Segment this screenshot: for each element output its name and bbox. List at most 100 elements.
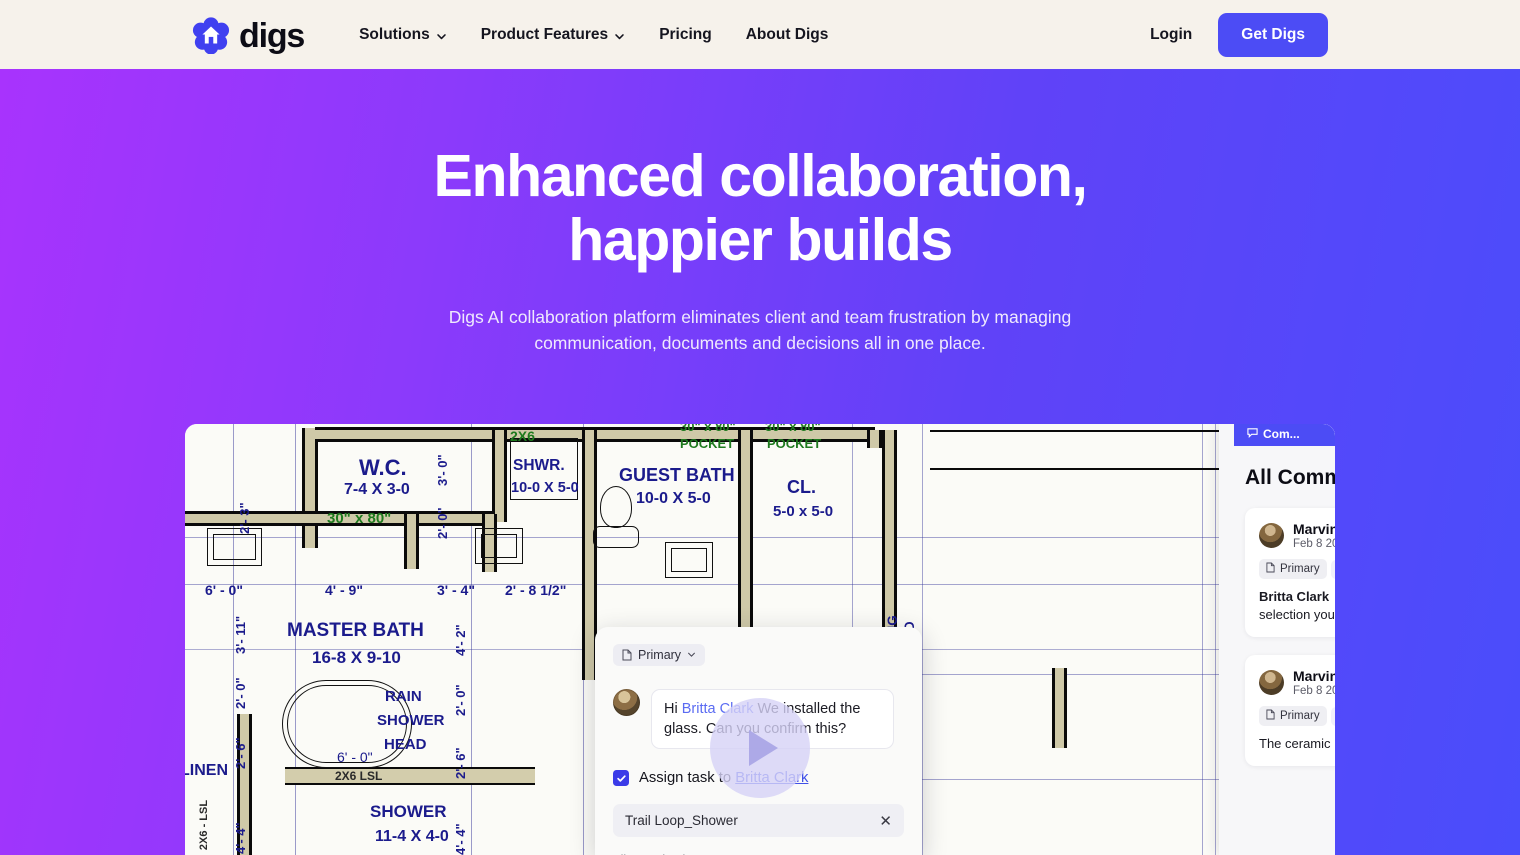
plan-dim-0: 6' - 0"	[205, 582, 243, 598]
all-comments-panel: Com... All Comments Marvin Tran Feb 8 20…	[1219, 424, 1335, 855]
comment-author: Marvin Tran	[1293, 521, 1335, 537]
comment-card[interactable]: Marvin Tran Feb 8 2024 Primary	[1245, 655, 1335, 767]
nav-item-pricing[interactable]: Pricing	[642, 26, 729, 44]
document-selector-label: Primary	[638, 648, 682, 662]
plan-annotation-pocket-2a: 30" x 80"	[765, 424, 821, 434]
chevron-down-icon	[687, 648, 696, 662]
plan-annotation-2x6-lsl: 2X6 LSL	[335, 769, 383, 783]
message-greeting: Hi	[664, 701, 678, 717]
avatar	[1259, 670, 1284, 696]
attached-file-field[interactable]: Trail Loop_Shower ✕	[613, 804, 904, 837]
plan-dim-tub-width: 6' - 0"	[337, 749, 373, 765]
comment-author: Marvin Tran	[1293, 668, 1335, 685]
comment-date: Feb 8 2024	[1293, 685, 1335, 698]
room-label-wc: W.C.	[359, 455, 407, 480]
brand-name: digs	[239, 16, 305, 55]
comments-tab[interactable]: Com...	[1234, 424, 1335, 446]
comment-date: Feb 8 2024	[1293, 538, 1335, 550]
nav-links: Solutions Product Features Pricing About…	[342, 26, 845, 44]
nav-item-about-digs-label: About Digs	[745, 25, 829, 43]
comment-body-text: The ceramic kind of marble	[1259, 736, 1335, 752]
room-label-master-bath: MASTER BATH	[287, 620, 424, 641]
plan-annotation-pocket-2b: POCKET	[767, 436, 822, 451]
comment-doc-tag: Primary	[1259, 706, 1327, 727]
plan-dim-10: 2'- 6"	[233, 737, 248, 769]
plan-annotation-pocket-1b: POCKET	[680, 436, 735, 451]
plan-dim-11: 4'- 4"	[233, 822, 248, 854]
plan-dim-2: 3' - 4"	[437, 582, 475, 598]
top-navigation-bar: digs Solutions Product Features Pricing …	[0, 0, 1520, 69]
comment-body: Britta Clark	[1259, 588, 1335, 605]
plan-dim-1: 4' - 9"	[325, 582, 363, 598]
hero-section: Enhanced collaboration, happier builds D…	[0, 69, 1520, 855]
comment-doc-tag-label: Primary	[1280, 710, 1320, 723]
hero-subheading: Digs AI collaboration platform eliminate…	[448, 307, 1072, 354]
room-dims-shwr: 10-0 X 5-0	[511, 480, 579, 496]
room-label-guest-bath: GUEST BATH	[619, 465, 735, 485]
comment-doc-tag-label: Primary	[1280, 563, 1320, 575]
plan-dim-16: 2'- 0"	[453, 684, 468, 716]
document-icon	[1266, 562, 1275, 576]
plan-annotation-door-30x80: 30" x 80"	[327, 510, 392, 527]
document-selector-chip[interactable]: Primary	[613, 644, 706, 666]
plan-annotation-rain: RAIN	[385, 688, 422, 705]
room-label-shower: SHOWER	[370, 802, 447, 821]
plan-annotation-pocket-1a: 30" x 80"	[680, 424, 736, 434]
room-dims-wc: 7-4 X 3-0	[344, 481, 410, 498]
comment-doc-tag: Primary	[1259, 559, 1327, 579]
plan-dim-15: 4'- 4"	[453, 823, 468, 855]
comment-card-header: Marvin Tran Feb 8 2024	[1259, 521, 1335, 550]
plan-annotation-head: HEAD	[384, 736, 427, 753]
comment-body-mention: Britta Clark	[1259, 589, 1330, 604]
chevron-down-icon	[436, 29, 447, 40]
digs-flower-house-logo-icon	[192, 16, 230, 54]
plan-dim-17: 2'- 6"	[453, 747, 468, 779]
comments-panel-title: All Comments	[1245, 466, 1335, 489]
brand-logo[interactable]: digs	[192, 16, 305, 55]
chevron-down-icon	[614, 29, 625, 40]
room-dims-cl: 5-0 x 5-0	[773, 503, 834, 520]
hero-heading-line1: Enhanced collaboration,	[433, 143, 1088, 209]
nav-item-about-digs[interactable]: About Digs	[729, 26, 846, 44]
plan-dim-9: 2'- 0"	[233, 677, 248, 709]
room-dims-guest-bath: 10-0 X 5-0	[636, 490, 711, 507]
comment-loc-tag: A2.1	[1331, 707, 1335, 727]
assign-task-checkbox[interactable]	[613, 770, 629, 786]
room-dims-shower: 11-4 X 4-0	[375, 828, 449, 845]
plan-annotation-2x6-lsl-left: 2X6 - LSL	[198, 799, 211, 851]
login-link[interactable]: Login	[1142, 26, 1200, 44]
nav-item-product-features[interactable]: Product Features	[464, 26, 642, 44]
plan-dim-6: 3'- 0"	[435, 454, 450, 486]
plan-dim-7: 3'- 11"	[233, 615, 248, 654]
attached-file-name: Trail Loop_Shower	[625, 813, 738, 828]
play-video-button[interactable]	[710, 698, 810, 798]
comment-card-header: Marvin Tran Feb 8 2024	[1259, 668, 1335, 697]
plan-dim-4: 2'- 3"	[237, 502, 252, 534]
comment-card[interactable]: Marvin Tran Feb 8 2024 Primary	[1245, 508, 1335, 638]
comment-loc-tag: A2.1	[1331, 560, 1335, 579]
avatar	[613, 689, 640, 716]
plan-dim-5: 2'- 0"	[435, 507, 450, 539]
plan-dim-12: 4'- 2"	[453, 624, 468, 656]
nav-actions: Login Get Digs	[1142, 12, 1328, 57]
room-label-shwr: SHWR.	[513, 457, 565, 474]
get-digs-button[interactable]: Get Digs	[1218, 12, 1328, 57]
room-label-cl: CL.	[787, 477, 816, 497]
page-title: Enhanced collaboration, happier builds	[0, 143, 1520, 273]
nav-item-solutions[interactable]: Solutions	[342, 26, 464, 44]
comment-body-text: selection you...	[1259, 607, 1335, 623]
avatar	[1259, 523, 1284, 548]
comment-author-block: Marvin Tran Feb 8 2024	[1293, 668, 1335, 697]
play-triangle-icon	[749, 730, 778, 766]
nav-item-product-features-label: Product Features	[480, 25, 609, 43]
plan-annotation-shower: SHOWER	[377, 712, 445, 729]
document-icon	[1266, 709, 1275, 723]
hero-heading-line2: happier builds	[568, 206, 953, 273]
plan-dim-3: 2' - 8 1/2"	[505, 582, 567, 598]
document-icon	[622, 649, 632, 661]
comments-tab-label: Com...	[1263, 427, 1300, 441]
nav-item-pricing-label: Pricing	[659, 25, 712, 43]
close-icon[interactable]: ✕	[879, 812, 892, 830]
plan-annotation-2x6: 2X6	[510, 428, 535, 444]
comment-icon	[1247, 427, 1258, 441]
